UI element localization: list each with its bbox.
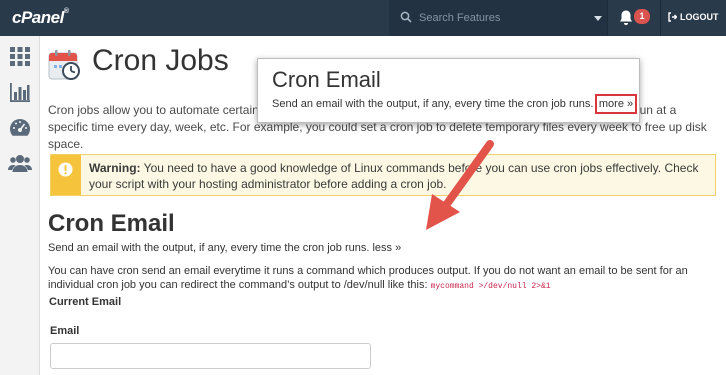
search-icon [400,11,412,23]
logout-button[interactable]: LOGOUT [680,12,719,22]
warning-strip [51,155,81,195]
cron-email-help-text: You can have cron send an email everytim… [48,265,688,291]
callout-title: Cron Email [272,67,381,92]
email-label: Email [50,325,80,337]
logout-icon[interactable] [668,12,677,22]
code-example: mycommand >/dev/null 2>&1 [430,282,551,291]
cron-email-heading: Cron Email [48,210,175,237]
divider [660,0,661,36]
search-features-input[interactable] [419,9,579,27]
top-bar: cPanel® 1 LOGOUT [0,0,726,36]
dashboard-icon[interactable] [8,116,32,140]
bell-icon[interactable] [618,9,634,27]
grid-icon[interactable] [8,44,32,68]
search-box [389,0,607,36]
current-email-label: Current Email [49,296,122,308]
warning-label: Warning: [89,161,141,175]
annotation-arrow [426,140,494,230]
page-title: Cron Jobs [92,44,229,77]
cron-email-description: Send an email with the output, if any, e… [48,242,402,254]
callout-description: Send an email with the output, if any, e… [272,98,594,110]
email-field[interactable] [50,343,371,369]
cpanel-logo[interactable]: cPanel® [12,8,69,28]
cron-calendar-clock-icon [48,50,80,80]
warning-text: Warning: You need to have a good knowled… [89,160,709,192]
bar-chart-icon[interactable] [8,80,32,104]
divider [607,0,608,36]
warning-alert: Warning: You need to have a good knowled… [50,154,716,196]
chevron-down-icon[interactable] [594,16,602,21]
sidebar [0,36,40,375]
zoom-callout: Cron Email Send an email with the output… [257,58,640,123]
users-icon[interactable] [8,151,32,175]
more-link[interactable]: more » [595,94,637,114]
exclamation-icon [58,162,73,177]
less-link[interactable]: less » [372,242,401,254]
notification-count-badge[interactable]: 1 [634,9,650,24]
warning-message: You need to have a good knowledge of Lin… [89,161,699,191]
